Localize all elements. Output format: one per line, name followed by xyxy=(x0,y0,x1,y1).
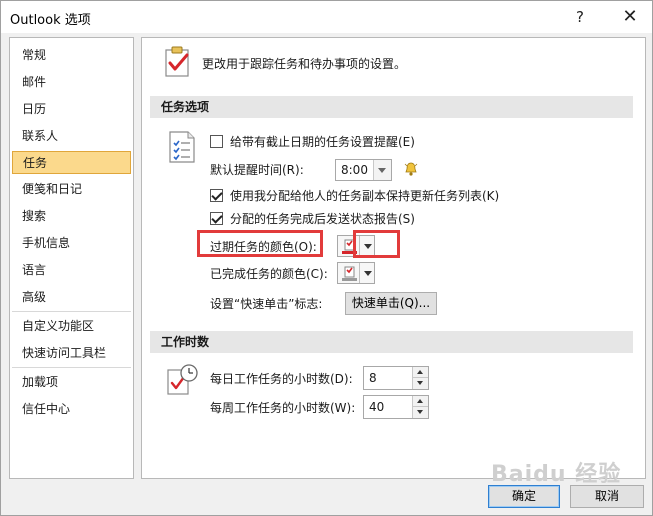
watermark: Baidu 经验 xyxy=(491,462,622,487)
spin-down-icon[interactable] xyxy=(413,378,428,389)
quick-click-button[interactable]: 快速单击(Q)... xyxy=(345,292,437,315)
panel-description: 更改用于跟踪任务和待办事项的设置。 xyxy=(202,57,407,71)
quick-click-label: 设置“快速单击”标志: xyxy=(210,297,323,311)
help-button[interactable]: ? xyxy=(567,5,593,29)
completed-color-label: 已完成任务的颜色(C): xyxy=(210,267,328,281)
weekly-hours-value: 40 xyxy=(369,400,385,414)
sidebar-divider xyxy=(12,367,131,368)
annotation-highlight-label xyxy=(197,230,323,257)
options-sidebar: 常规 邮件 日历 联系人 任务 便笺和日记 搜索 手机信息 语言 高级 自定义功… xyxy=(9,37,134,479)
sidebar-divider xyxy=(12,311,131,312)
weekly-hours-spinner[interactable]: 40 xyxy=(363,395,429,419)
bell-icon xyxy=(404,162,418,176)
chevron-down-icon[interactable] xyxy=(359,263,375,283)
color-bucket-icon xyxy=(342,266,357,281)
keep-updated-checkbox[interactable] xyxy=(210,189,223,202)
sidebar-item-advanced[interactable]: 高级 xyxy=(12,286,131,309)
work-hours-section-header: 工作时数 xyxy=(150,331,633,353)
chevron-down-icon[interactable] xyxy=(373,160,391,180)
sidebar-item-mail[interactable]: 邮件 xyxy=(12,71,131,94)
set-reminders-checkbox[interactable] xyxy=(210,135,223,148)
sidebar-item-contacts[interactable]: 联系人 xyxy=(12,125,131,148)
task-options-section-header: 任务选项 xyxy=(150,96,633,118)
sidebar-item-trust-center[interactable]: 信任中心 xyxy=(12,398,131,421)
sidebar-item-notes-journal[interactable]: 便笺和日记 xyxy=(12,178,131,201)
clock-task-icon xyxy=(167,364,198,395)
weekly-hours-spin-buttons[interactable] xyxy=(412,396,428,418)
default-reminder-time-label: 默认提醒时间(R): xyxy=(210,163,304,177)
sidebar-item-language[interactable]: 语言 xyxy=(12,259,131,282)
sidebar-item-calendar[interactable]: 日历 xyxy=(12,98,131,121)
status-report-label: 分配的任务完成后发送状态报告(S) xyxy=(230,212,415,226)
weekly-hours-label: 每周工作任务的小时数(W): xyxy=(210,401,356,415)
ok-button[interactable]: 确定 xyxy=(488,485,560,508)
daily-hours-spinner[interactable]: 8 xyxy=(363,366,429,390)
spin-up-icon[interactable] xyxy=(413,367,428,378)
daily-hours-label: 每日工作任务的小时数(D): xyxy=(210,372,353,386)
sidebar-item-mobile[interactable]: 手机信息 xyxy=(12,232,131,255)
keep-updated-label: 使用我分配给他人的任务副本保持更新任务列表(K) xyxy=(230,189,500,203)
cancel-button[interactable]: 取消 xyxy=(570,485,644,508)
tasks-options-panel: 更改用于跟踪任务和待办事项的设置。 任务选项 给带有截止日期的任务设置提醒(E)… xyxy=(141,37,646,479)
sidebar-item-addins[interactable]: 加载项 xyxy=(12,371,131,394)
set-reminders-label: 给带有截止日期的任务设置提醒(E) xyxy=(230,135,415,149)
sidebar-item-search[interactable]: 搜索 xyxy=(12,205,131,228)
outlook-options-dialog: Outlook 选项 ? ✕ 常规 邮件 日历 联系人 任务 便笺和日记 搜索 … xyxy=(0,0,653,516)
spin-up-icon[interactable] xyxy=(413,396,428,407)
window-title: Outlook 选项 xyxy=(10,13,91,28)
sidebar-item-general[interactable]: 常规 xyxy=(12,44,131,67)
spin-down-icon[interactable] xyxy=(413,407,428,418)
daily-hours-spin-buttons[interactable] xyxy=(412,367,428,389)
annotation-highlight-dropdown xyxy=(353,230,400,258)
daily-hours-value: 8 xyxy=(369,371,377,385)
reminder-time-value: 8:00 xyxy=(341,163,368,177)
close-button[interactable]: ✕ xyxy=(617,5,643,29)
sidebar-item-tasks[interactable]: 任务 xyxy=(12,151,131,174)
completed-color-picker[interactable] xyxy=(337,262,375,284)
status-report-checkbox[interactable] xyxy=(210,212,223,225)
sidebar-item-quick-access-toolbar[interactable]: 快速访问工具栏 xyxy=(12,342,131,365)
sidebar-item-customize-ribbon[interactable]: 自定义功能区 xyxy=(12,315,131,338)
task-clipboard-icon xyxy=(165,46,189,77)
title-bar: Outlook 选项 ? ✕ xyxy=(1,1,652,33)
default-reminder-time-select[interactable]: 8:00 xyxy=(335,159,392,181)
task-list-icon xyxy=(169,131,195,163)
